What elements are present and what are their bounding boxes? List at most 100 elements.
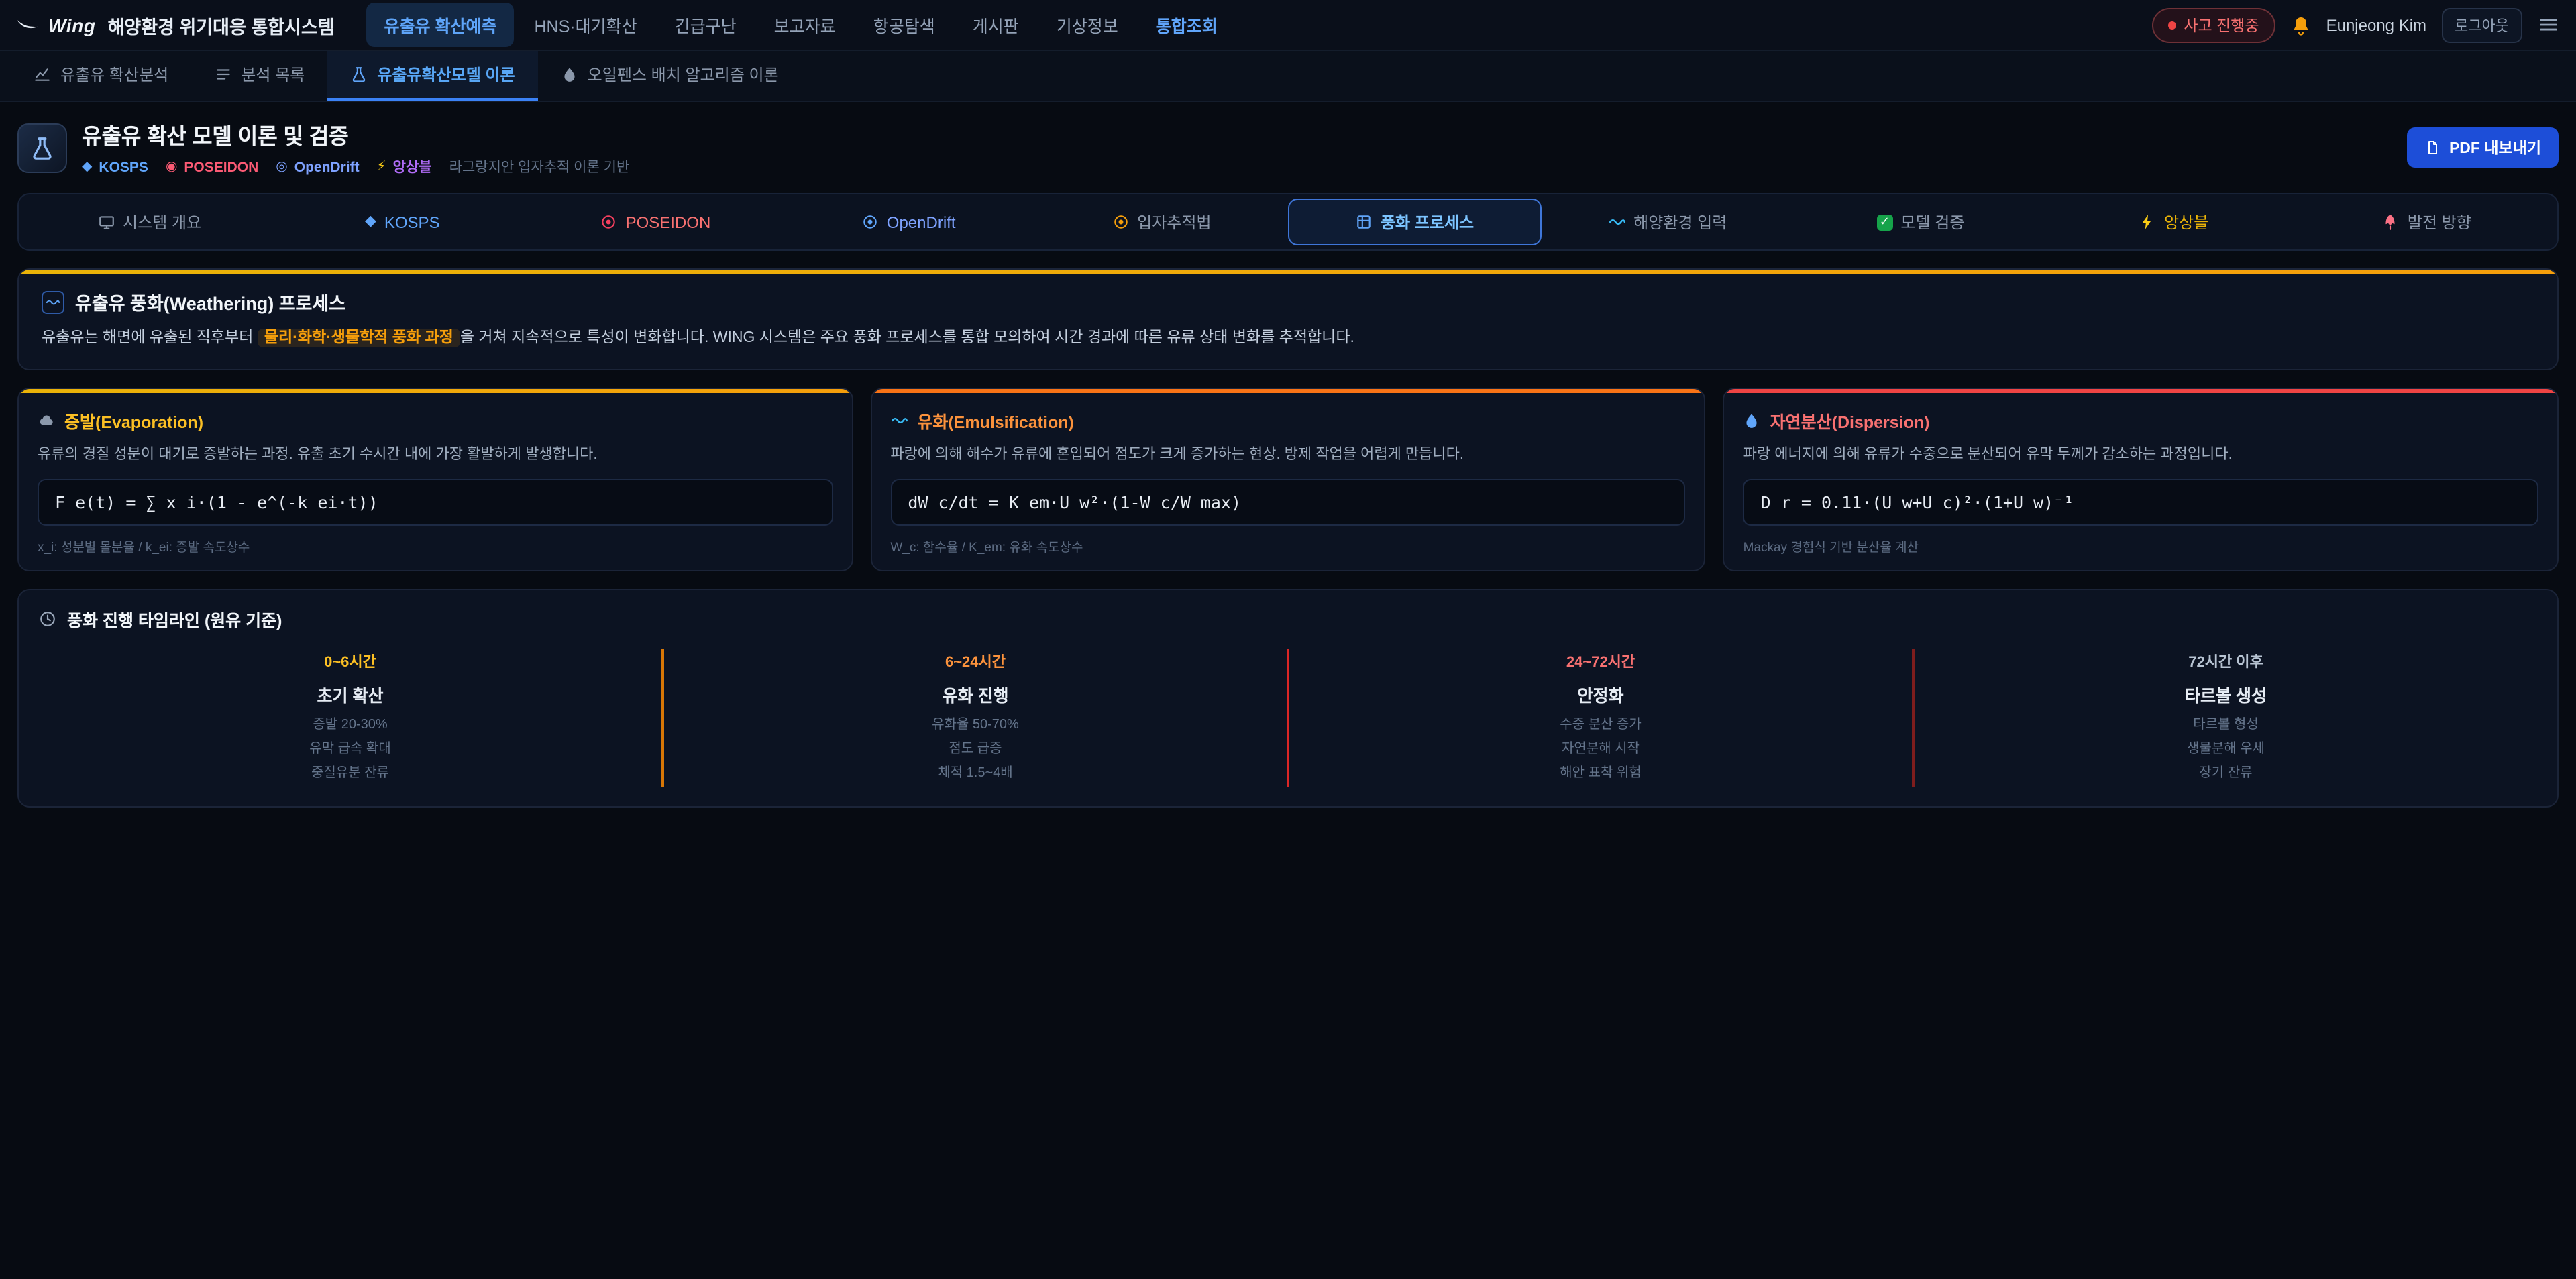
tab-particle-tracking[interactable]: 입자추적법 [1035,199,1288,245]
subtab-analysis-list[interactable]: 분석 목록 [191,51,327,101]
monitor-icon [97,213,115,231]
timeline-phase-stabilization: 24~72시간 안정화 수중 분산 증가 자연분해 시작 해안 표착 위험 [1289,649,1912,787]
subtab-label: 유출유 확산분석 [60,63,168,86]
weathering-timeline-panel: 풍화 진행 타임라인 (원유 기준) 0~6시간 초기 확산 증발 20-30%… [17,589,2559,808]
nav-item-weather-info[interactable]: 기상정보 [1039,3,1136,47]
subtab-label: 분석 목록 [241,63,305,86]
dispersion-formula: D_r = 0.11·(U_w+U_c)²·(1+U_w)⁻¹ [1743,479,2538,526]
phase-detail: 수중 분산 증가 [1300,714,1901,738]
incident-status-badge[interactable]: 사고 진행중 [2151,7,2275,42]
timeline-phase-initial-spread: 0~6시간 초기 확산 증발 20-30% 유막 급속 확대 중질유분 잔류 [39,649,661,787]
header-subtitle: 라그랑지안 입자추적 이론 기반 [449,157,630,177]
card-dispersion: 자연분산(Dispersion) 파랑 에너지에 의해 유류가 수중으로 분산되… [1723,388,2559,571]
logo-text: Wing [48,14,96,36]
process-cards-row: 증발(Evaporation) 유류의 경질 성분이 대기로 증발하는 과정. … [17,388,2559,571]
subtab-label: 유출유확산모델 이론 [377,63,515,86]
user-name: Eunjeong Kim [2326,15,2426,34]
tab-future-direction[interactable]: 발전 방향 [2300,199,2553,245]
diamond-icon: ◆ [82,160,92,174]
phase-name: 초기 확산 [50,681,651,707]
target-icon: ◉ [166,160,177,174]
bolt-icon [2139,213,2156,231]
nav-item-aerial-search[interactable]: 항공탐색 [856,3,953,47]
card-description: 유류의 경질 성분이 대기로 증발하는 과정. 유출 초기 수시간 내에 가장 … [38,444,833,467]
badge-opendrift: ◎OpenDrift [276,159,359,175]
logout-button[interactable]: 로그아웃 [2441,7,2522,42]
phase-detail: 유막 급속 확대 [50,738,651,762]
card-title-evaporation: 증발(Evaporation) [38,408,833,433]
tab-weathering-process[interactable]: 풍화 프로세스 [1288,199,1541,245]
card-emulsification: 유화(Emulsification) 파랑에 의해 해수가 유류에 혼입되어 점… [870,388,1705,571]
tab-ensemble[interactable]: 앙상블 [2047,199,2300,245]
page-header: 유출유 확산 모델 이론 및 검증 ◆KOSPS ◉POSEIDON ◎Open… [17,118,2559,177]
bolt-icon: ⚡ [377,160,386,174]
weathering-highlight: 물리·화학·생물학적 풍화 과정 [258,329,460,347]
tab-model-validation[interactable]: ✓ 모델 검증 [1794,199,2047,245]
phase-name: 유화 진행 [675,681,1276,707]
timeline-phase-emulsification: 6~24시간 유화 진행 유화율 50-70% 점도 급증 체적 1.5~4배 [664,649,1287,787]
emulsification-formula: dW_c/dt = K_em·U_w²·(1-W_c/W_max) [890,479,1685,526]
hamburger-menu-icon[interactable] [2537,13,2560,36]
formula-note: Mackay 경험식 기반 분산율 계산 [1743,537,2538,555]
subtab-model-theory[interactable]: 유출유확산모델 이론 [327,51,537,101]
wave-tile-icon [42,290,64,313]
top-nav-right: 사고 진행중 Eunjeong Kim 로그아웃 [2151,7,2560,42]
droplet-icon [1743,412,1761,429]
nav-item-emergency-rescue[interactable]: 긴급구난 [657,3,754,47]
phase-time: 6~24시간 [675,651,1276,672]
theory-tab-strip: 시스템 개요 ◆ KOSPS POSEIDON OpenDrift 입자추적법 … [17,193,2559,251]
brand-home-link[interactable]: Wing 해양환경 위기대응 통합시스템 [16,11,335,38]
subtab-spill-analysis[interactable]: 유출유 확산분석 [11,51,191,101]
tab-poseidon[interactable]: POSEIDON [529,199,782,245]
card-title-emulsification: 유화(Emulsification) [890,408,1685,433]
nav-item-hns-atmospheric[interactable]: HNS·대기확산 [517,3,655,47]
weathering-intro-panel: 유출유 풍화(Weathering) 프로세스 유출유는 해면에 유출된 직후부… [17,268,2559,370]
nav-item-reports[interactable]: 보고자료 [757,3,853,47]
wave-icon [890,412,908,429]
pdf-export-button[interactable]: PDF 내보내기 [2408,127,2559,168]
notification-bell-icon[interactable] [2290,14,2312,36]
nav-item-oil-spill-prediction[interactable]: 유출유 확산예측 [367,3,515,47]
evaporation-formula: F_e(t) = ∑ x_i·(1 - e^(-k_ei·t)) [38,479,833,526]
diamond-icon: ◆ [365,215,376,229]
weathering-description: 유출유는 해면에 유출된 직후부터 물리·화학·생물학적 풍화 과정을 거쳐 지… [42,326,2534,351]
page-header-text: 유출유 확산 모델 이론 및 검증 ◆KOSPS ◉POSEIDON ◎Open… [82,118,629,177]
phase-name: 안정화 [1300,681,1901,707]
list-icon [214,66,231,83]
nav-item-board[interactable]: 게시판 [955,3,1036,47]
phase-detail: 점도 급증 [675,738,1276,762]
phase-detail: 생물분해 우세 [1925,738,2526,762]
app-root: Wing 해양환경 위기대응 통합시스템 유출유 확산예측 HNS·대기확산 긴… [0,0,2576,1279]
formula-note: W_c: 함수율 / K_em: 유화 속도상수 [890,537,1685,555]
phase-detail: 체적 1.5~4배 [675,762,1276,786]
wave-icon [1608,213,1625,231]
incident-status-label: 사고 진행중 [2184,14,2259,36]
tab-kosps[interactable]: ◆ KOSPS [276,199,529,245]
tab-opendrift[interactable]: OpenDrift [782,199,1035,245]
flask-icon [350,66,368,83]
subtab-oil-fence-algorithm[interactable]: 오일펜스 배치 알고리즘 이론 [538,51,802,101]
timeline-phase-tarball: 72시간 이후 타르볼 생성 타르볼 형성 생물분해 우세 장기 잔류 [1915,649,2537,787]
badge-poseidon: ◉POSEIDON [166,159,258,175]
bullseye-icon: ◎ [276,160,287,174]
flask-icon [30,135,55,160]
phase-detail: 중질유분 잔류 [50,762,651,786]
page-icon-tile [17,123,67,172]
tab-system-overview[interactable]: 시스템 개요 [23,199,276,245]
card-description: 파랑 에너지에 의해 유류가 수중으로 분산되어 유막 두께가 감소하는 과정입… [1743,444,2538,467]
nav-item-integrated-search[interactable]: 통합조회 [1138,3,1235,47]
brand-title: 해양환경 위기대응 통합시스템 [108,11,335,38]
badge-ensemble: ⚡앙상블 [377,157,432,177]
tab-ocean-environment-input[interactable]: 해양환경 입력 [1541,199,1794,245]
main-content: 유출유 확산 모델 이론 및 검증 ◆KOSPS ◉POSEIDON ◎Open… [0,102,2576,808]
cloud-icon [38,412,55,429]
timeline-title: 풍화 진행 타임라인 (원유 기준) [39,606,2537,632]
rocket-icon [2382,213,2400,231]
chart-icon [34,66,51,83]
phase-time: 72시간 이후 [1925,651,2526,672]
phase-time: 0~6시간 [50,651,651,672]
weathering-section-title: 유출유 풍화(Weathering) 프로세스 [42,288,2534,315]
main-nav: 유출유 확산예측 HNS·대기확산 긴급구난 보고자료 항공탐색 게시판 기상정… [367,3,1235,47]
phase-detail: 자연분해 시작 [1300,738,1901,762]
phase-detail: 해안 표착 위험 [1300,762,1901,786]
